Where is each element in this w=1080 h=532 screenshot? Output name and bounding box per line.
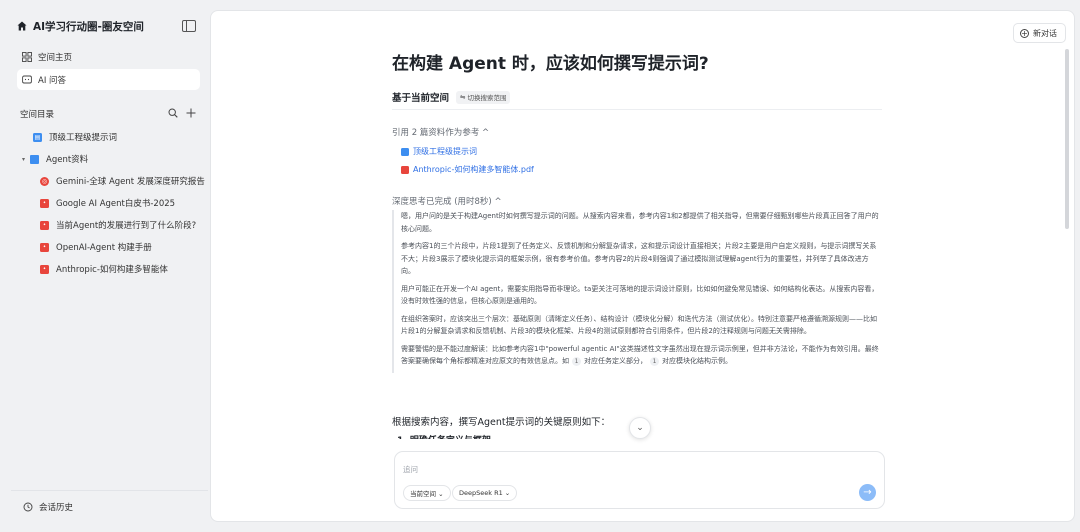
tree-item-anthropic[interactable]: ⬩ Anthropic-如何构建多智能体 [9, 258, 208, 280]
nav-label: 空间主页 [38, 52, 73, 63]
app-window: AI学习行动圈-圈友空间 空间主页 AI 问答 空间目录 ▤ 顶级工程级提示词 … [9, 10, 1075, 524]
citation-badge[interactable]: 1 [650, 357, 659, 366]
tree-item-gemini[interactable]: ◎ Gemini-全球 Agent 发展深度研究报告 [9, 170, 208, 192]
model-select[interactable]: DeepSeek R1 ⌄ [452, 485, 518, 501]
sidebar-toggle-icon[interactable] [182, 20, 196, 32]
plus-icon[interactable] [184, 108, 198, 121]
question-title: 在构建 Agent 时，应该如何撰写提示词? [392, 54, 709, 74]
pdf-icon: ⬩ [40, 264, 49, 274]
nav-ai-qa[interactable]: AI 问答 [17, 69, 200, 90]
directory-header: 空间目录 [20, 104, 198, 124]
tree-item-label: Gemini-全球 Agent 发展深度研究报告 [56, 177, 205, 187]
grid-icon [21, 51, 32, 62]
thinking-paragraph: 需要警惕的是不能过度解读：比如参考内容1中"powerful agentic A… [401, 343, 882, 368]
tree-item-openai[interactable]: ⬩ OpenAI-Agent 构建手册 [9, 236, 208, 258]
search-icon[interactable] [166, 107, 180, 121]
follow-up-input[interactable]: 追问 当前空间 ⌄ DeepSeek R1 ⌄ → [394, 451, 885, 509]
tree-folder-agent[interactable]: ▾ Agent资料 [9, 148, 208, 170]
thinking-paragraph: 用户可能正在开发一个AI agent，需要实用指导而非理论。ta更关注可落地的提… [401, 284, 879, 306]
tree-item-label: Anthropic-如何构建多智能体 [56, 265, 168, 275]
tree-item-label: Agent资料 [46, 155, 89, 165]
arrow-right-icon: → [863, 487, 872, 498]
history-button[interactable]: 会话历史 [11, 490, 208, 522]
reference-label: 顶级工程级提示词 [413, 147, 477, 156]
folder-icon [30, 154, 40, 164]
switch-scope-button[interactable]: ⇋ 切换搜索范围 [456, 90, 511, 104]
citation-badge[interactable]: 1 [572, 357, 581, 366]
thinking-text: 对应任务定义部分， [584, 357, 647, 365]
thinking-paragraph: 嗯，用户问的是关于构建Agent时如何撰写提示词的问题。从搜索内容来看，参考内容… [401, 212, 879, 233]
pdf-icon: ⬩ [40, 198, 49, 208]
scope-label: 基于当前空间 [392, 93, 450, 104]
history-label: 会话历史 [39, 502, 74, 513]
scrollbar[interactable] [1065, 49, 1069, 229]
thinking-content: 嗯，用户问的是关于构建Agent时如何撰写提示词的问题。从搜索内容来看，参考内容… [392, 210, 882, 373]
directory-label: 空间目录 [20, 110, 55, 120]
home-icon [17, 21, 27, 31]
input-placeholder: 追问 [403, 465, 418, 474]
nav-space-home[interactable]: 空间主页 [17, 46, 200, 67]
pdf-icon [401, 165, 409, 174]
references-toggle[interactable]: 引用 2 篇资料作为参考 ^ [392, 126, 489, 138]
nav-label: AI 问答 [38, 75, 67, 86]
sidebar: AI学习行动圈-圈友空间 空间主页 AI 问答 空间目录 ▤ 顶级工程级提示词 … [9, 10, 208, 522]
pdf-icon: ⬩ [40, 220, 49, 230]
new-chat-button[interactable]: + 新对话 [1013, 23, 1066, 43]
scope-row: 基于当前空间 ⇋ 切换搜索范围 [392, 90, 511, 104]
new-chat-label: 新对话 [1033, 28, 1057, 38]
tree-item-stage[interactable]: ⬩ 当前Agent的发展进行到了什么阶段? [9, 214, 208, 236]
answer-intro: 根据搜索内容，撰写Agent提示词的关键原则如下： [392, 417, 611, 428]
main-panel: + 新对话 在构建 Agent 时，应该如何撰写提示词? 基于当前空间 ⇋ 切换… [210, 10, 1075, 522]
reference-link[interactable]: 顶级工程级提示词 [401, 146, 477, 157]
reference-label: Anthropic-如何构建多智能体.pdf [413, 165, 534, 174]
tree-item-google[interactable]: ⬩ Google AI Agent白皮书-2025 [9, 192, 208, 214]
send-button[interactable]: → [859, 484, 876, 501]
plus-circle-icon: + [1020, 28, 1029, 38]
tree-item-label: Google AI Agent白皮书-2025 [56, 199, 176, 209]
thinking-text: 对应模块化结构示例。 [662, 357, 732, 365]
tree-item-prompt[interactable]: ▤ 顶级工程级提示词 [9, 126, 208, 148]
thinking-toggle[interactable]: 深度思考已完成 (用时8秒) ^ [392, 195, 502, 207]
tree-item-label: OpenAI-Agent 构建手册 [56, 243, 152, 253]
thinking-paragraph: 参考内容1的三个片段中，片段1提到了任务定义、反馈机制和分解复杂请求，这和提示词… [401, 242, 877, 275]
thinking-paragraph: 在组织答案时，应该突出三个层次：基础原则（清晰定义任务）、结构设计（模块化分解）… [401, 314, 877, 336]
chevron-down-icon: ⌄ [636, 423, 644, 433]
tree-item-label: 顶级工程级提示词 [49, 133, 118, 143]
chat-icon [21, 74, 32, 85]
reference-link[interactable]: Anthropic-如何构建多智能体.pdf [401, 164, 534, 175]
scope-select[interactable]: 当前空间 ⌄ [403, 485, 451, 501]
history-icon [23, 502, 33, 512]
divider [392, 109, 882, 110]
space-title: AI学习行动圈-圈友空间 [33, 20, 144, 33]
chevron-down-icon: ▾ [22, 155, 26, 163]
doc-icon: ▤ [33, 132, 42, 142]
switch-scope-label: 切换搜索范围 [467, 94, 507, 102]
swap-icon: ⇋ [460, 93, 466, 101]
report-icon: ◎ [40, 176, 49, 186]
pdf-icon: ⬩ [40, 242, 49, 252]
answer-heading: 1. 明确任务定义与框架 [397, 433, 491, 439]
scroll-down-button[interactable]: ⌄ [629, 417, 651, 439]
doc-icon [401, 147, 409, 156]
sidebar-header: AI学习行动圈-圈友空间 [9, 10, 208, 42]
tree-item-label: 当前Agent的发展进行到了什么阶段? [56, 221, 197, 231]
